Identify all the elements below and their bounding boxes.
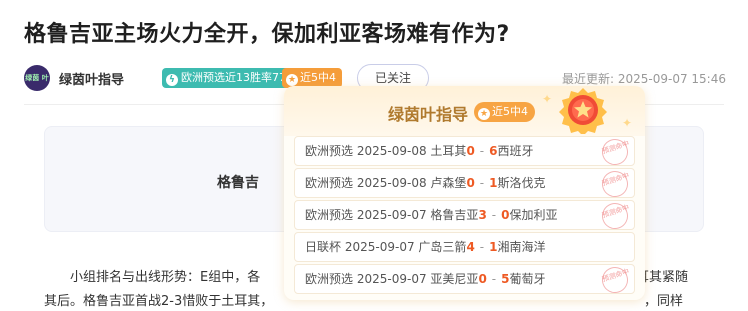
record-league: 欧洲预选 [305, 176, 354, 190]
record-date: 2025-09-07 [356, 208, 427, 222]
record-league: 欧洲预选 [305, 144, 354, 158]
home-team-name: 格鲁吉 [217, 175, 259, 191]
record-date: 2025-09-07 [356, 272, 427, 286]
record-away-score: 1 [489, 176, 498, 190]
record-home: 亚美尼亚 [430, 272, 479, 286]
record-league: 欧洲预选 [305, 208, 354, 222]
streak-text: 近5中4 [300, 71, 336, 84]
hit-stamp-icon: 预测命中 [598, 265, 632, 293]
avatar-label: 绿茵 叶指导 [25, 74, 49, 82]
lightning-icon: ϟ [166, 74, 178, 86]
score-separator: - [491, 208, 497, 222]
sparkle-icon: ✦ [622, 116, 633, 130]
author-avatar[interactable]: 绿茵 叶指导 [24, 65, 50, 91]
score-separator: - [479, 176, 485, 190]
record-row[interactable]: 欧洲预选 2025-09-07 亚美尼亚0-5葡萄牙 预测命中 [294, 264, 635, 294]
record-home-score: 4 [466, 240, 475, 254]
streak-badge[interactable]: ★ 近5中4 [282, 68, 342, 88]
record-away: 西班牙 [497, 144, 534, 158]
article-paragraph-tail: ，同样 [644, 294, 684, 309]
star-icon: ★ [478, 108, 490, 120]
record-away-score: 5 [501, 272, 510, 286]
score-separator: - [479, 240, 485, 254]
article-paragraph-line: 其后。格鲁吉亚首战2-3惜败于土耳其， [44, 294, 274, 309]
record-home: 广岛三箭 [418, 240, 467, 254]
record-row[interactable]: 欧洲预选 2025-09-08 卢森堡0-1斯洛伐克 预测命中 [294, 168, 635, 198]
record-home-score: 3 [478, 208, 487, 222]
popup-streak-badge: ★ 近5中4 [474, 102, 535, 122]
medal-icon [559, 88, 607, 134]
record-date: 2025-09-07 [344, 240, 415, 254]
record-home-score: 0 [466, 144, 475, 158]
hit-stamp-icon: 预测命中 [598, 201, 632, 229]
sparkle-icon: ✦ [542, 92, 553, 106]
record-away: 保加利亚 [509, 208, 558, 222]
record-home-score: 0 [478, 272, 487, 286]
record-away-score: 0 [501, 208, 510, 222]
record-home: 格鲁吉亚 [430, 208, 479, 222]
author-record-popup: 绿茵叶指导 ★ 近5中4 ✦ ✦ 欧洲预选 2025-09-08 土耳其0-6西班… [284, 86, 645, 300]
win-rate-text: 欧洲预选近13胜率77% [181, 71, 297, 84]
author-name[interactable]: 绿茵叶指导 [59, 69, 124, 88]
record-away: 葡萄牙 [509, 272, 546, 286]
score-separator: - [491, 272, 497, 286]
record-home-score: 0 [466, 176, 475, 190]
record-league: 欧洲预选 [305, 272, 354, 286]
score-separator: - [479, 144, 485, 158]
record-date: 2025-09-08 [356, 144, 427, 158]
record-home: 土耳其 [430, 144, 467, 158]
record-away: 斯洛伐克 [497, 176, 546, 190]
hit-stamp-icon: 预测命中 [598, 137, 632, 165]
star-icon: ★ [286, 74, 298, 86]
popup-author-name: 绿茵叶指导 [388, 105, 469, 124]
record-row[interactable]: 欧洲预选 2025-09-07 格鲁吉亚3-0保加利亚 预测命中 [294, 200, 635, 230]
record-row[interactable]: 日联杯 2025-09-07 广岛三箭4-1湘南海洋 [294, 232, 635, 262]
record-home: 卢森堡 [430, 176, 467, 190]
record-away-score: 1 [489, 240, 498, 254]
popup-streak-text: 近5中4 [492, 105, 528, 118]
article-paragraph-line: 小组排名与出线形势：E组中，各 [70, 270, 261, 285]
record-date: 2025-09-08 [356, 176, 427, 190]
article-title: 格鲁吉亚主场火力全开，保加利亚客场难有作为? [24, 22, 510, 47]
record-row[interactable]: 欧洲预选 2025-09-08 土耳其0-6西班牙 预测命中 [294, 136, 635, 166]
record-away-score: 6 [489, 144, 498, 158]
last-updated: 最近更新: 2025-09-07 15:46 [562, 72, 726, 86]
hit-stamp-icon: 预测命中 [598, 169, 632, 197]
popup-header: 绿茵叶指导 ★ 近5中4 ✦ ✦ [284, 86, 645, 136]
record-away: 湘南海洋 [497, 240, 546, 254]
record-list: 欧洲预选 2025-09-08 土耳其0-6西班牙 预测命中 欧洲预选 2025-0… [294, 136, 635, 296]
record-league: 日联杯 [305, 240, 342, 254]
